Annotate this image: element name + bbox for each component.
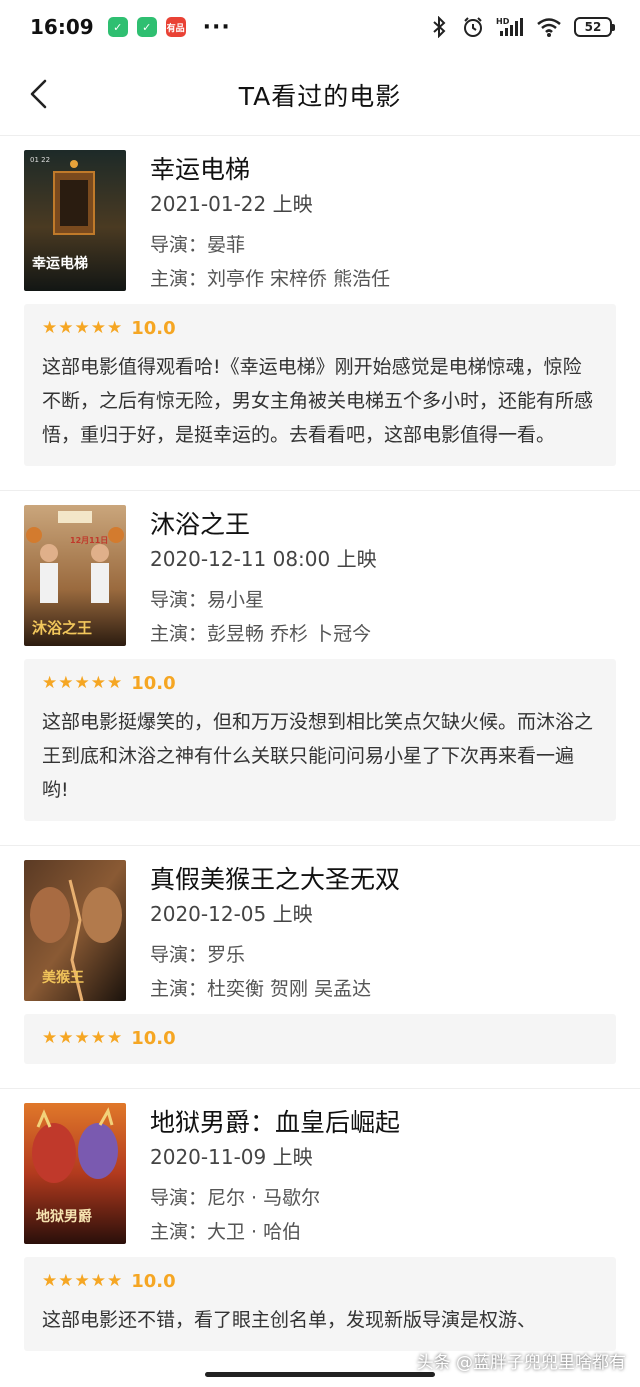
release-date: 2021-01-22 上映 (150, 192, 313, 216)
poster-date: 01 22 (30, 156, 50, 164)
review-text: 这部电影挺爆笑的，但和万万没想到相比笑点欠缺火候。而沐浴之王到底和沐浴之神有什么… (42, 711, 594, 801)
app-screen: 16:09 ✓ ✓ 有品 ··· HD 52 TA看过的电影 01 22 幸运电… (0, 0, 640, 1387)
movie-poster[interactable]: 地狱男爵 (24, 1103, 126, 1244)
movie-title[interactable]: 幸运电梯 (150, 150, 250, 186)
poster-caption: 美猴王 (42, 969, 84, 986)
nav-bar: TA看过的电影 (0, 54, 640, 136)
poster-caption: 地狱男爵 (36, 1208, 92, 1225)
movie-header[interactable]: 地狱男爵 地狱男爵：血皇后崛起 2020-11-09 上映 导演：尼尔 · 马歇… (0, 1089, 640, 1257)
watermark-text: 头条 @蓝胖子兜兜里啥都有 (416, 1353, 626, 1373)
page-title: TA看过的电影 (238, 81, 402, 111)
rating-row: ★★★★★ 10.0 (42, 316, 598, 340)
director-text: 导演：易小星 (150, 589, 265, 611)
director-text: 导演：晏菲 (150, 234, 246, 256)
review-box[interactable]: ★★★★★ 10.0 这部电影挺爆笑的，但和万万没想到相比笑点欠缺火候。而沐浴之… (24, 659, 616, 821)
rating-row: ★★★★★ 10.0 (42, 1269, 598, 1293)
review-box[interactable]: ★★★★★ 10.0 (24, 1014, 616, 1064)
review-text: 这部电影值得观看哈!《幸运电梯》刚开始感觉是电梯惊魂，惊险不断，之后有惊无险，男… (42, 356, 594, 446)
poster-date: 12月11日 (70, 536, 108, 545)
shield-app-icon: ✓ (107, 17, 128, 37)
review-box[interactable]: ★★★★★ 10.0 这部电影还不错，看了眼主创名单，发现新版导演是权游、 (24, 1257, 616, 1351)
director-text: 导演：尼尔 · 马歇尔 (150, 1187, 321, 1209)
signal-icon: HD (496, 16, 524, 38)
rating-score: 10.0 (131, 672, 176, 694)
release-date: 2020-11-09 上映 (150, 1145, 313, 1169)
movie-card[interactable]: 12月11日 沐浴之王 沐浴之王 2020-12-11 08:00 上映 导演：… (0, 491, 640, 846)
cast-text: 主演：彭昱畅 乔杉 卜冠今 (150, 623, 372, 645)
movie-card[interactable]: 地狱男爵 地狱男爵：血皇后崛起 2020-11-09 上映 导演：尼尔 · 马歇… (0, 1089, 640, 1351)
cast-text: 主演：大卫 · 哈伯 (150, 1221, 302, 1243)
wifi-icon (536, 16, 562, 38)
svg-text:HD: HD (496, 17, 510, 26)
alarm-icon (462, 16, 484, 38)
movie-card[interactable]: 01 22 幸运电梯 幸运电梯 2021-01-22 上映 导演：晏菲 主演：刘… (0, 136, 640, 491)
rating-row: ★★★★★ 10.0 (42, 671, 598, 695)
rating-row: ★★★★★ 10.0 (42, 1026, 598, 1050)
movie-poster[interactable]: 美猴王 (24, 860, 126, 1001)
review-text: 这部电影还不错，看了眼主创名单，发现新版导演是权游、 (42, 1309, 537, 1331)
chevron-left-icon (30, 79, 47, 109)
star-rating-icon: ★★★★★ (42, 1028, 124, 1048)
movie-header[interactable]: 12月11日 沐浴之王 沐浴之王 2020-12-11 08:00 上映 导演：… (0, 491, 640, 659)
star-rating-icon: ★★★★★ (42, 673, 124, 693)
back-button[interactable] (20, 76, 56, 112)
movie-header[interactable]: 01 22 幸运电梯 幸运电梯 2021-01-22 上映 导演：晏菲 主演：刘… (0, 136, 640, 304)
battery-indicator: 52 (574, 17, 615, 37)
youpin-app-icon: 有品 (165, 17, 186, 37)
rating-score: 10.0 (131, 1027, 176, 1049)
movie-header[interactable]: 美猴王 真假美猴王之大圣无双 2020-12-05 上映 导演：罗乐 主演：杜奕… (0, 846, 640, 1014)
director-text: 导演：罗乐 (150, 944, 246, 966)
review-box[interactable]: ★★★★★ 10.0 这部电影值得观看哈!《幸运电梯》刚开始感觉是电梯惊魂，惊险… (24, 304, 616, 466)
rating-score: 10.0 (131, 1270, 176, 1292)
cast-text: 主演：杜奕衡 贺刚 吴孟达 (150, 978, 372, 1000)
more-notifications-icon: ··· (202, 14, 231, 40)
home-indicator[interactable] (205, 1372, 435, 1377)
rating-score: 10.0 (131, 317, 176, 339)
movie-poster[interactable]: 01 22 幸运电梯 (24, 150, 126, 291)
status-time: 16:09 (30, 15, 94, 39)
movie-poster[interactable]: 12月11日 沐浴之王 (24, 505, 126, 646)
security-app-icon: ✓ (136, 17, 157, 37)
movie-title[interactable]: 真假美猴王之大圣无双 (150, 860, 400, 896)
bluetooth-icon (428, 16, 450, 38)
poster-caption: 沐浴之王 (32, 619, 92, 637)
star-rating-icon: ★★★★★ (42, 1271, 124, 1291)
status-indicators: HD 52 (428, 16, 615, 38)
poster-caption: 幸运电梯 (32, 255, 88, 272)
star-rating-icon: ★★★★★ (42, 318, 124, 338)
movie-title[interactable]: 沐浴之王 (150, 505, 250, 541)
cast-text: 主演：刘亭作 宋梓侨 熊浩任 (150, 268, 391, 290)
movie-title[interactable]: 地狱男爵：血皇后崛起 (150, 1103, 400, 1139)
release-date: 2020-12-11 08:00 上映 (150, 547, 377, 571)
movie-list: 01 22 幸运电梯 幸运电梯 2021-01-22 上映 导演：晏菲 主演：刘… (0, 136, 640, 1351)
release-date: 2020-12-05 上映 (150, 902, 313, 926)
status-bar: 16:09 ✓ ✓ 有品 ··· HD 52 (0, 0, 640, 54)
movie-card[interactable]: 美猴王 真假美猴王之大圣无双 2020-12-05 上映 导演：罗乐 主演：杜奕… (0, 846, 640, 1089)
